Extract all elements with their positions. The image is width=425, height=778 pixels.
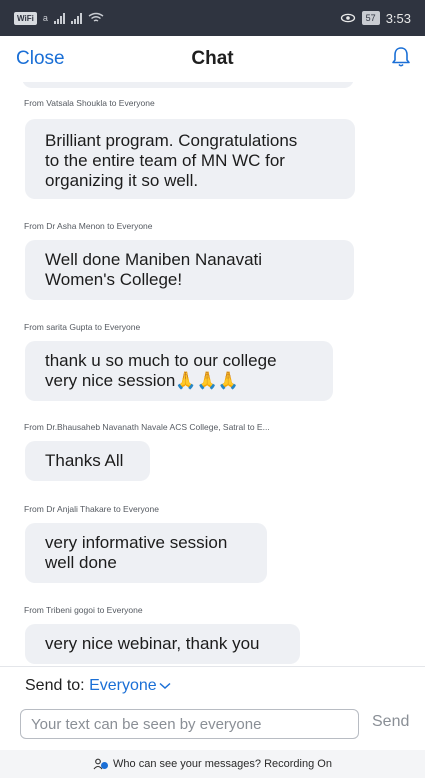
message-bubble: very informative session well done — [25, 523, 267, 583]
message-text-line: well done — [45, 553, 117, 572]
status-left: WiFi a — [14, 11, 104, 25]
message-text-line: Women's College! — [45, 270, 183, 289]
eye-comfort-icon — [340, 13, 355, 23]
wifi-badge: WiFi — [14, 11, 37, 25]
message-input[interactable] — [20, 709, 359, 739]
privacy-notice-text: Who can see your messages? Recording On — [113, 758, 332, 770]
status-bar: WiFi a 57 3:53 — [0, 0, 425, 36]
message-text-line: to the entire team of MN WC for — [45, 151, 285, 170]
message-text-line: thank u so much to our college — [45, 351, 277, 370]
message-text-line: Thanks All — [45, 451, 124, 470]
send-to-label: Send to: — [25, 677, 85, 694]
message-bubble: very nice webinar, thank you — [25, 624, 300, 664]
wifi-icon — [88, 12, 104, 22]
send-button[interactable]: Send — [372, 713, 409, 731]
send-to-row: Send to: Everyone — [25, 677, 171, 695]
chat-message-list[interactable]: From Vatsala Shoukla to Everyone Brillia… — [0, 82, 425, 666]
chat-header: Close Chat — [0, 36, 425, 82]
message-bubble: Thanks All — [25, 441, 150, 481]
message-text-line: Brilliant program. Congratulations — [45, 131, 298, 150]
message-text-line: very nice webinar, thank you — [45, 634, 260, 653]
message-text-line: Well done Maniben Nanavati — [45, 250, 263, 269]
message-sender: From Dr Asha Menon to Everyone — [24, 221, 153, 231]
status-time: 3:53 — [385, 10, 411, 26]
message-sender: From Tribeni gogoi to Everyone — [24, 605, 143, 615]
message-sender: From Dr Anjali Thakare to Everyone — [24, 504, 159, 514]
close-button[interactable]: Close — [16, 48, 65, 70]
chevron-down-icon — [159, 682, 171, 689]
page-title: Chat — [191, 48, 234, 69]
message-text-line: organizing it so well. — [45, 171, 199, 190]
previous-message-bubble — [22, 82, 354, 88]
composer-divider — [0, 666, 425, 667]
status-right: 57 3:53 — [340, 11, 411, 26]
message-sender: From Vatsala Shoukla to Everyone — [24, 98, 155, 108]
privacy-notice-bar[interactable]: Who can see your messages? Recording On — [0, 750, 425, 778]
recipient-value: Everyone — [89, 677, 157, 694]
wifi-suffix: a — [42, 13, 48, 23]
message-sender: From sarita Gupta to Everyone — [24, 322, 141, 332]
message-sender: From Dr.Bhausaheb Navanath Navale ACS Co… — [24, 422, 270, 432]
people-icon — [93, 758, 109, 770]
message-bubble: Brilliant program. Congratulations to th… — [25, 119, 355, 199]
battery-icon: 57 — [361, 11, 380, 25]
signal-icon — [53, 12, 65, 24]
bell-button[interactable] — [391, 46, 411, 73]
message-bubble: Well done Maniben Nanavati Women's Colle… — [25, 240, 354, 300]
recipient-selector[interactable]: Everyone — [89, 677, 171, 694]
signal-icon-2 — [70, 12, 82, 24]
bell-icon — [392, 47, 410, 67]
message-text-line: very nice session🙏🙏🙏 — [45, 371, 239, 390]
message-bubble: thank u so much to our college very nice… — [25, 341, 333, 401]
message-text-line: very informative session — [45, 533, 228, 552]
